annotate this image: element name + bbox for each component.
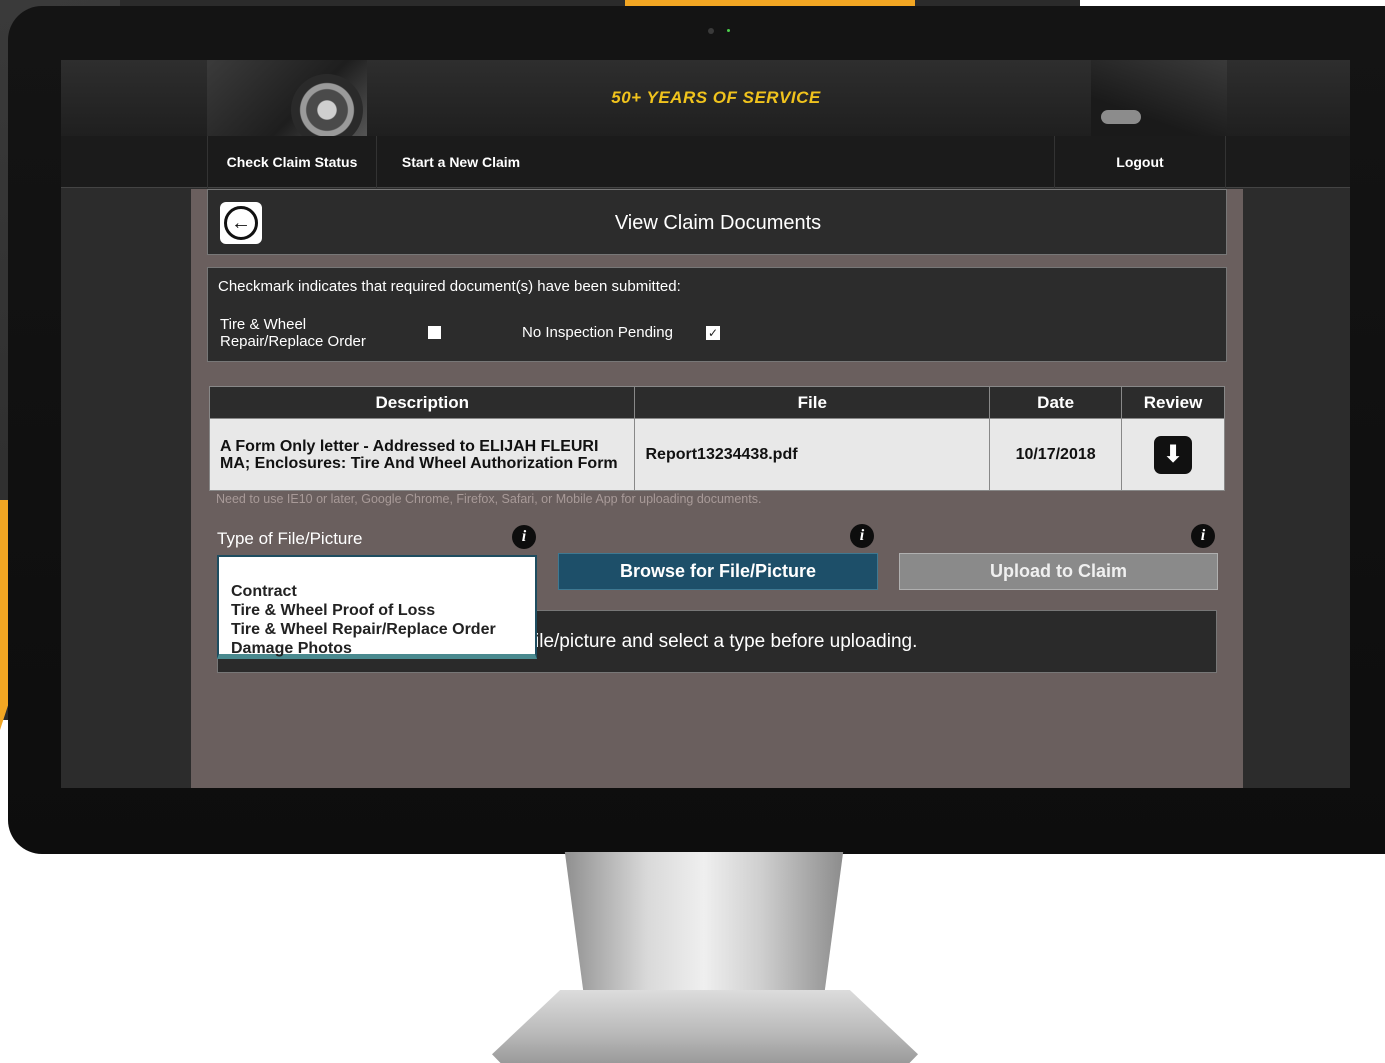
car-headlight-image — [1101, 110, 1141, 124]
info-icon[interactable]: i — [512, 525, 536, 549]
document-description: A Form Only letter - Addressed to ELIJAH… — [208, 418, 636, 491]
requirement-label-repair-order: Tire & Wheel Repair/Replace Order — [220, 316, 366, 350]
monitor-stand-base — [492, 990, 918, 1063]
nav-logout[interactable]: Logout — [1054, 136, 1226, 188]
upload-to-claim-button[interactable]: Upload to Claim — [899, 553, 1218, 590]
checkmark-icon: ✓ — [706, 326, 720, 340]
app-screen: 50+ YEARS OF SERVICE Check Claim Status … — [61, 60, 1350, 788]
document-review-cell: ⬇ — [1121, 418, 1225, 491]
column-header-file: File — [634, 386, 991, 419]
info-icon[interactable]: i — [1191, 524, 1215, 548]
main-content: ← View Claim Documents Checkmark indicat… — [191, 189, 1243, 788]
requirement-checkbox-repair-order — [428, 326, 441, 339]
browse-file-button[interactable]: Browse for File/Picture — [558, 553, 878, 590]
banner-title: 50+ YEARS OF SERVICE — [611, 88, 821, 107]
main-nav: Check Claim Status Start a New Claim Log… — [61, 136, 1350, 188]
required-documents-intro: Checkmark indicates that required docume… — [218, 278, 681, 295]
document-file-name: Report13234438.pdf — [634, 418, 991, 491]
column-header-description: Description — [208, 386, 636, 419]
dropdown-option-proof-of-loss[interactable]: Tire & Wheel Proof of Loss — [231, 601, 496, 620]
info-icon[interactable]: i — [850, 524, 874, 548]
download-icon[interactable]: ⬇ — [1154, 435, 1193, 474]
requirement-label-no-inspection: No Inspection Pending — [522, 324, 673, 341]
table-header-row: Description File Date Review — [208, 386, 1225, 419]
nav-check-claim-status[interactable]: Check Claim Status — [207, 136, 377, 188]
column-header-date: Date — [989, 386, 1123, 419]
file-type-options: Contract Tire & Wheel Proof of Loss Tire… — [231, 582, 496, 658]
page-header: ← View Claim Documents — [207, 189, 1227, 255]
file-type-dropdown[interactable]: Contract Tire & Wheel Proof of Loss Tire… — [217, 555, 537, 659]
header-banner: 50+ YEARS OF SERVICE — [61, 60, 1350, 146]
document-date: 10/17/2018 — [989, 418, 1123, 491]
page-title: View Claim Documents — [614, 212, 822, 234]
dropdown-option-damage-photos[interactable]: Damage Photos — [231, 639, 496, 658]
documents-table: Description File Date Review A Form Only… — [208, 386, 1225, 491]
monitor-stand-neck — [564, 852, 844, 1002]
requirement-label-line: Tire & Wheel — [220, 316, 307, 333]
table-row: A Form Only letter - Addressed to ELIJAH… — [208, 418, 1225, 491]
file-type-label: Type of File/Picture — [217, 529, 363, 548]
requirement-label-line: Repair/Replace Order — [220, 333, 366, 350]
camera-icon — [708, 28, 714, 34]
camera-led-icon — [727, 29, 730, 32]
browser-requirement-note: Need to use IE10 or later, Google Chrome… — [216, 492, 762, 506]
nav-start-new-claim[interactable]: Start a New Claim — [377, 136, 545, 188]
dropdown-option-contract[interactable]: Contract — [231, 582, 496, 601]
required-documents-panel: Checkmark indicates that required docume… — [207, 267, 1227, 362]
column-header-review: Review — [1121, 386, 1225, 419]
dropdown-option-repair-replace-order[interactable]: Tire & Wheel Repair/Replace Order — [231, 620, 496, 639]
